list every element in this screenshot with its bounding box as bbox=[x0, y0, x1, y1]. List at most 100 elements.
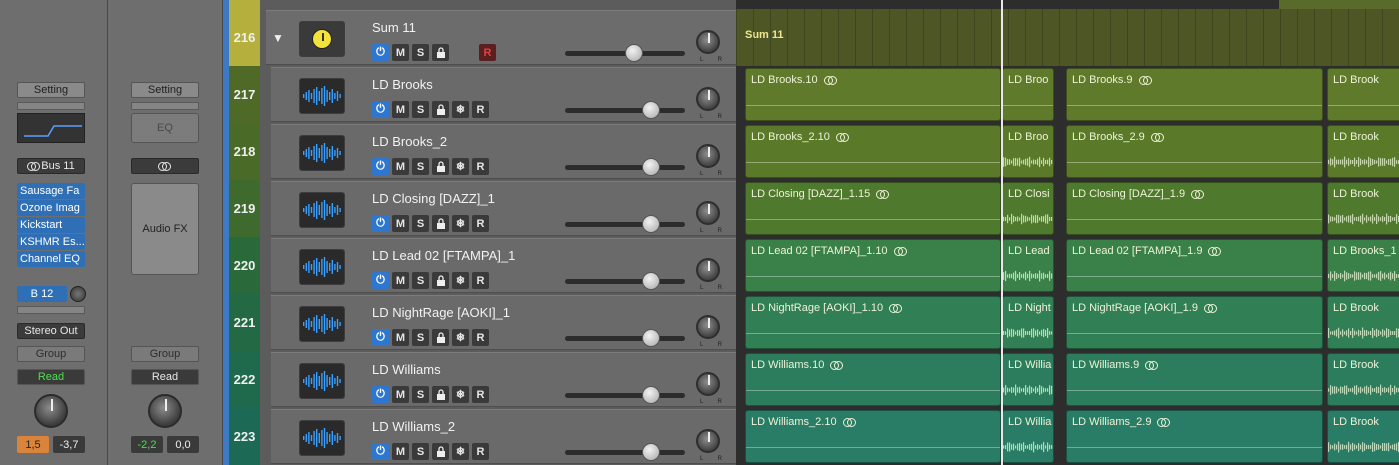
track-header[interactable]: LD Lead 02 [FTAMPA]_1 ⏻ M S ❄ R LR bbox=[271, 238, 736, 293]
pan-knob[interactable] bbox=[696, 372, 720, 396]
audio-waveform-icon[interactable] bbox=[299, 363, 345, 399]
audio-region[interactable]: LD Lead bbox=[1002, 239, 1054, 292]
freeze-button[interactable]: ❄ bbox=[452, 101, 469, 118]
audio-region[interactable]: LD Brook bbox=[1327, 296, 1399, 349]
arrange-area[interactable]: Sum 11 LD Brooks.10 LD Broo LD Brooks.9 LD B… bbox=[736, 0, 1399, 465]
solo-button[interactable]: S bbox=[412, 329, 429, 346]
send-level-knob[interactable] bbox=[70, 286, 86, 302]
audio-region[interactable]: LD Williams.10 bbox=[745, 353, 1001, 406]
audio-region[interactable]: LD Broo bbox=[1002, 68, 1054, 121]
automation-mode-button-2[interactable]: Read bbox=[131, 369, 199, 385]
track-row[interactable]: 217 LD Brooks ⏻ M S ❄ R LR bbox=[224, 66, 736, 123]
group-button[interactable]: Group bbox=[17, 346, 85, 362]
lock-icon[interactable] bbox=[432, 386, 449, 403]
track-name[interactable]: LD Lead 02 [FTAMPA]_1 bbox=[372, 248, 515, 263]
freeze-button[interactable]: ❄ bbox=[452, 215, 469, 232]
power-icon[interactable]: ⏻ bbox=[372, 386, 389, 403]
audio-region[interactable]: LD Lead 02 [FTAMPA]_1.10 bbox=[745, 239, 1001, 292]
solo-button[interactable]: S bbox=[412, 443, 429, 460]
power-icon[interactable]: ⏻ bbox=[372, 329, 389, 346]
volume-fader-handle[interactable] bbox=[642, 386, 660, 404]
summing-stack-icon[interactable] bbox=[299, 21, 345, 57]
volume-value-2[interactable]: -2,2 bbox=[131, 436, 163, 453]
audio-region[interactable]: LD Closing [DAZZ]_1.15 bbox=[745, 182, 1001, 235]
group-button-2[interactable]: Group bbox=[131, 346, 199, 362]
track-row[interactable]: 221 LD NightRage [AOKI]_1 ⏻ M S ❄ R LR bbox=[224, 294, 736, 351]
audio-region[interactable]: LD Brooks.9 bbox=[1066, 68, 1323, 121]
eq-thumbnail[interactable] bbox=[17, 113, 85, 143]
arrange-track-lane[interactable]: LD Williams_2.10 LD Willia LD Williams_2.9… bbox=[736, 408, 1399, 465]
volume-value[interactable]: 1,5 bbox=[17, 436, 49, 453]
track-header[interactable]: LD Brooks ⏻ M S ❄ R LR bbox=[271, 67, 736, 122]
track-row[interactable]: 216 ▼ Sum 11 ⏻ M S R LR bbox=[224, 9, 736, 66]
power-icon[interactable]: ⏻ bbox=[372, 215, 389, 232]
setting-button[interactable]: Setting bbox=[17, 82, 85, 98]
track-name[interactable]: LD Closing [DAZZ]_1 bbox=[372, 191, 495, 206]
disclosure-triangle-icon[interactable]: ▼ bbox=[272, 31, 284, 45]
freeze-button[interactable]: ❄ bbox=[452, 158, 469, 175]
volume-fader[interactable] bbox=[565, 443, 685, 461]
arrange-track-lane[interactable]: LD Lead 02 [FTAMPA]_1.10 LD Lead LD Lead 0… bbox=[736, 237, 1399, 294]
input-link-button[interactable] bbox=[131, 158, 199, 174]
mute-button[interactable]: M bbox=[392, 386, 409, 403]
freeze-button[interactable]: ❄ bbox=[452, 272, 469, 289]
freeze-button[interactable]: ❄ bbox=[452, 386, 469, 403]
solo-button[interactable]: S bbox=[412, 158, 429, 175]
record-enable-button[interactable]: R bbox=[472, 329, 489, 346]
solo-button[interactable]: S bbox=[412, 215, 429, 232]
track-header[interactable]: ▼ Sum 11 ⏻ M S R LR bbox=[266, 10, 736, 65]
audio-region[interactable]: LD Brooks_1 bbox=[1327, 239, 1399, 292]
pan-knob[interactable] bbox=[696, 258, 720, 282]
track-header[interactable]: LD Closing [DAZZ]_1 ⏻ M S ❄ R LR bbox=[271, 181, 736, 236]
volume-fader[interactable] bbox=[565, 215, 685, 233]
record-enable-button[interactable]: R bbox=[472, 386, 489, 403]
lock-icon[interactable] bbox=[432, 215, 449, 232]
solo-button[interactable]: S bbox=[412, 101, 429, 118]
lock-icon[interactable] bbox=[432, 101, 449, 118]
audio-waveform-icon[interactable] bbox=[299, 420, 345, 456]
arrange-track-lane[interactable]: LD Closing [DAZZ]_1.15 LD Closi LD Closing… bbox=[736, 180, 1399, 237]
audio-region[interactable]: LD Brook bbox=[1327, 68, 1399, 121]
track-header[interactable]: LD Williams_2 ⏻ M S ❄ R LR bbox=[271, 409, 736, 464]
track-name[interactable]: Sum 11 bbox=[372, 20, 416, 35]
audio-fx-slot[interactable]: Audio FX bbox=[131, 183, 199, 275]
volume-fader-handle[interactable] bbox=[642, 272, 660, 290]
volume-fader-handle[interactable] bbox=[642, 443, 660, 461]
mute-button[interactable]: M bbox=[392, 44, 409, 61]
freeze-button[interactable]: ❄ bbox=[452, 329, 469, 346]
audio-waveform-icon[interactable] bbox=[299, 78, 345, 114]
track-name[interactable]: LD NightRage [AOKI]_1 bbox=[372, 305, 510, 320]
track-header[interactable]: LD NightRage [AOKI]_1 ⏻ M S ❄ R LR bbox=[271, 295, 736, 350]
lock-icon[interactable] bbox=[432, 443, 449, 460]
audio-region[interactable]: LD Brooks.10 bbox=[745, 68, 1001, 121]
audio-region[interactable]: LD Williams_2.9 bbox=[1066, 410, 1323, 463]
region-previous-track[interactable] bbox=[1279, 0, 1399, 9]
audio-waveform-icon[interactable] bbox=[299, 306, 345, 342]
power-icon[interactable]: ⏻ bbox=[372, 158, 389, 175]
mute-button[interactable]: M bbox=[392, 272, 409, 289]
lock-icon[interactable] bbox=[432, 158, 449, 175]
solo-button[interactable]: S bbox=[412, 272, 429, 289]
track-row[interactable]: 222 LD Williams ⏻ M S ❄ R LR bbox=[224, 351, 736, 408]
mute-button[interactable]: M bbox=[392, 329, 409, 346]
track-header[interactable]: LD Brooks_2 ⏻ M S ❄ R LR bbox=[271, 124, 736, 179]
playhead[interactable] bbox=[1001, 0, 1003, 465]
arrange-track-lane[interactable]: LD NightRage [AOKI]_1.10 LD Night LD Night… bbox=[736, 294, 1399, 351]
pan-knob[interactable] bbox=[696, 429, 720, 453]
arrange-track-lane[interactable]: Sum 11 bbox=[736, 9, 1399, 66]
audio-region[interactable]: LD Lead 02 [FTAMPA]_1.9 bbox=[1066, 239, 1323, 292]
audio-region[interactable]: LD Williams_2.10 bbox=[745, 410, 1001, 463]
automation-mode-button[interactable]: Read bbox=[17, 369, 85, 385]
solo-button[interactable]: S bbox=[412, 386, 429, 403]
track-header[interactable]: LD Williams ⏻ M S ❄ R LR bbox=[271, 352, 736, 407]
volume-fader-handle[interactable] bbox=[642, 215, 660, 233]
setting-button-2[interactable]: Setting bbox=[131, 82, 199, 98]
track-name[interactable]: LD Williams bbox=[372, 362, 441, 377]
audio-region[interactable]: LD Williams.9 bbox=[1066, 353, 1323, 406]
send-slot[interactable]: B 12 bbox=[17, 286, 67, 302]
record-enable-button[interactable]: R bbox=[472, 101, 489, 118]
record-enable-button[interactable]: R bbox=[472, 215, 489, 232]
pan-knob[interactable] bbox=[696, 144, 720, 168]
power-icon[interactable]: ⏻ bbox=[372, 44, 389, 61]
audio-region[interactable]: LD Night bbox=[1002, 296, 1054, 349]
